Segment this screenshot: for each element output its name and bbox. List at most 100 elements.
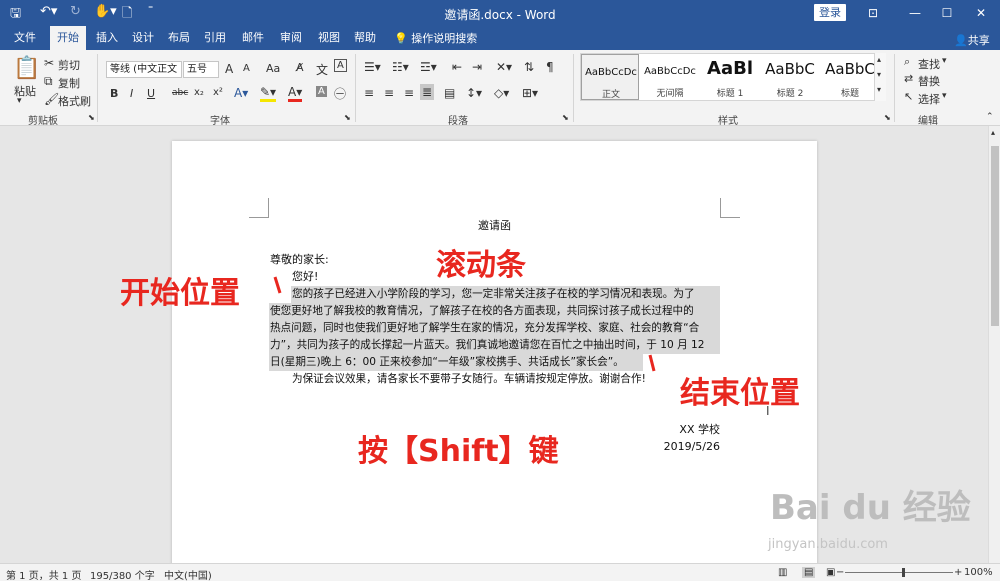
title-bar: 🖫 ↶▾ ↻ ✋▾ 🗋 ⁼ 邀请函.docx - Word 登录 ⊡ — ☐ ✕ — [0, 0, 1000, 26]
styles-launcher-icon[interactable]: ⬊ — [884, 113, 891, 122]
align-center-icon[interactable]: ≡ — [384, 86, 394, 100]
underline-button[interactable]: U — [147, 87, 155, 100]
italic-button[interactable]: I — [130, 87, 133, 100]
borders-icon[interactable]: ⊞▾ — [522, 86, 538, 100]
more-styles-icon[interactable]: ▾ — [877, 85, 881, 94]
clipboard-launcher-icon[interactable]: ⬊ — [88, 113, 95, 122]
shrink-font-button[interactable]: A — [243, 63, 250, 74]
font-family-select[interactable]: 等线 (中文正文 — [106, 61, 182, 78]
document-page[interactable]: 邀请函 尊敬的家长: 您好! 您的孩子已经进入小学阶段的学习，您一定非常关注孩子… — [172, 141, 817, 563]
select-button[interactable]: 选择 — [918, 91, 940, 107]
distributed-icon[interactable]: ▤ — [444, 86, 455, 100]
zoom-in-icon[interactable]: + — [954, 567, 962, 578]
asian-layout-icon[interactable]: ✕▾ — [496, 60, 512, 74]
vertical-scrollbar[interactable]: ▴ — [988, 126, 1000, 563]
superscript-button[interactable]: x² — [213, 87, 223, 98]
style-heading-1[interactable]: AaBl 标题 1 — [701, 54, 759, 100]
text-effects-icon[interactable]: A▾ — [234, 86, 248, 100]
ribbon-display-options-icon[interactable]: ⊡ — [858, 4, 888, 22]
numbering-icon[interactable]: ☷▾ — [392, 60, 409, 74]
style-heading-2[interactable]: AaBbC 标题 2 — [761, 54, 819, 100]
select-dropdown-icon[interactable]: ▾ — [942, 91, 947, 101]
font-color-icon[interactable]: A▾ — [288, 85, 303, 102]
replace-button[interactable]: 替换 — [918, 73, 940, 89]
style-title[interactable]: AaBbC 标题 — [821, 54, 879, 100]
login-button[interactable]: 登录 — [814, 4, 846, 21]
minimize-icon[interactable]: — — [900, 4, 930, 22]
zoom-out-icon[interactable]: − — [836, 567, 844, 578]
tab-references[interactable]: 引用 — [198, 26, 232, 50]
clear-formatting-icon[interactable]: A̸ — [296, 61, 304, 74]
tab-help[interactable]: 帮助 — [348, 26, 382, 50]
character-border-icon[interactable]: A — [334, 59, 347, 72]
zoom-slider[interactable] — [845, 572, 953, 573]
align-right-icon[interactable]: ≡ — [404, 86, 414, 100]
increase-indent-icon[interactable]: ⇥ — [472, 60, 482, 74]
tell-me-label: 操作说明搜索 — [411, 32, 478, 45]
styles-scroll[interactable]: ▴ ▾ ▾ — [874, 53, 886, 101]
align-left-icon[interactable]: ≡ — [364, 86, 374, 100]
justify-icon[interactable]: ≣ — [420, 84, 435, 100]
phonetic-guide-icon[interactable]: 文 — [316, 61, 328, 78]
tab-layout[interactable]: 布局 — [162, 26, 196, 50]
change-case-button[interactable]: Aa — [266, 62, 280, 75]
line-spacing-icon[interactable]: ↕▾ — [466, 86, 482, 100]
divider — [97, 54, 98, 122]
web-layout-icon[interactable]: ▣ — [826, 567, 835, 578]
tab-home[interactable]: 开始 — [50, 26, 86, 50]
tab-file[interactable]: 文件 — [8, 26, 42, 50]
scrollbar-thumb[interactable] — [991, 146, 999, 326]
print-layout-icon[interactable]: ▤ — [802, 567, 816, 578]
collapse-ribbon-icon[interactable]: ⌃ — [986, 112, 994, 122]
paste-dropdown-icon[interactable]: ▾ — [17, 96, 22, 106]
font-launcher-icon[interactable]: ⬊ — [344, 113, 351, 122]
zoom-level[interactable]: 100% — [964, 567, 993, 578]
multilevel-list-icon[interactable]: ☲▾ — [420, 60, 437, 74]
divider — [573, 54, 574, 122]
cut-button[interactable]: 剪切 — [58, 57, 80, 73]
strikethrough-button[interactable]: abc — [172, 88, 188, 98]
body-line: 热点问题，同时也使我们更好地了解学生在家的情况，充分发挥学校、家庭、社会的教育“… — [270, 322, 700, 334]
page-count[interactable]: 第 1 页，共 1 页 — [6, 567, 81, 581]
enclose-characters-icon[interactable]: ㊀ — [334, 85, 346, 102]
close-icon[interactable]: ✕ — [966, 4, 996, 22]
paragraph-launcher-icon[interactable]: ⬊ — [562, 113, 569, 122]
chevron-up-icon[interactable]: ▴ — [877, 55, 881, 64]
end-marker-icon — [648, 354, 656, 372]
style-no-spacing[interactable]: AaBbCcDc 无间隔 — [641, 54, 699, 100]
styles-group-label: 样式 — [718, 116, 738, 127]
format-painter-button[interactable]: 格式刷 — [58, 93, 91, 109]
bold-button[interactable]: B — [110, 87, 118, 100]
tab-review[interactable]: 审阅 — [274, 26, 308, 50]
style-normal[interactable]: AaBbCcDc 正文 — [581, 54, 639, 100]
tab-view[interactable]: 视图 — [312, 26, 346, 50]
tab-design[interactable]: 设计 — [126, 26, 160, 50]
share-button[interactable]: 👤共享 — [954, 32, 990, 48]
copy-button[interactable]: 复制 — [58, 75, 80, 91]
paste-icon[interactable]: 📋 — [13, 56, 40, 81]
show-paragraph-marks-icon[interactable]: ¶ — [546, 60, 554, 74]
subscript-button[interactable]: x₂ — [194, 87, 204, 98]
bullets-icon[interactable]: ☰▾ — [364, 60, 381, 74]
word-count[interactable]: 195/380 个字 — [90, 567, 155, 581]
tab-mailings[interactable]: 邮件 — [236, 26, 270, 50]
language-indicator[interactable]: 中文(中国) — [164, 567, 212, 581]
style-sample: AaBbCcDc — [644, 66, 696, 77]
watermark-logo: Bai du 经验 — [770, 488, 971, 528]
find-button[interactable]: 查找 — [918, 56, 940, 72]
highlight-icon[interactable]: ✎▾ — [260, 85, 277, 102]
tab-insert[interactable]: 插入 — [90, 26, 124, 50]
character-shading-icon[interactable]: A — [316, 86, 327, 97]
zoom-slider-thumb[interactable] — [902, 568, 905, 577]
chevron-down-icon[interactable]: ▾ — [877, 70, 881, 79]
tell-me-search[interactable]: 💡 操作说明搜索 — [394, 30, 477, 46]
read-mode-icon[interactable]: ▥ — [778, 567, 787, 578]
sort-icon[interactable]: ⇅ — [524, 60, 534, 74]
scroll-up-icon[interactable]: ▴ — [991, 128, 995, 137]
decrease-indent-icon[interactable]: ⇤ — [452, 60, 462, 74]
maximize-icon[interactable]: ☐ — [932, 4, 962, 22]
find-dropdown-icon[interactable]: ▾ — [942, 56, 947, 66]
shading-icon[interactable]: ◇▾ — [494, 86, 509, 100]
font-size-select[interactable]: 五号 — [183, 61, 219, 78]
grow-font-button[interactable]: A — [225, 62, 233, 76]
